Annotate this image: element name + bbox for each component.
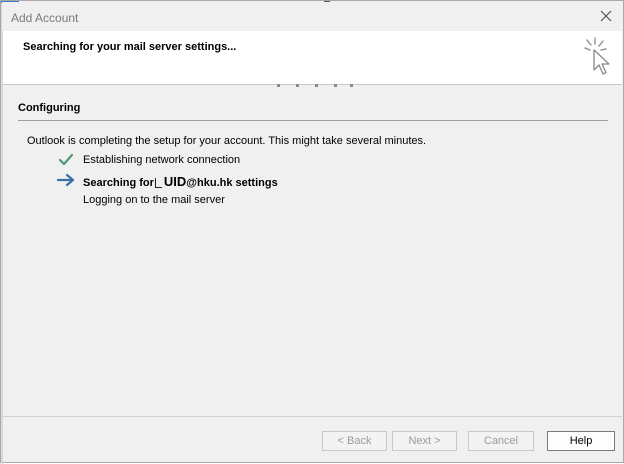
cancel-button[interactable]: Cancel [468,431,534,451]
busy-cursor-icon [584,37,610,75]
text-cursor-mark [154,178,162,188]
checkmark-icon [58,153,74,166]
title-bar: Add Account [2,2,622,30]
step-label: Logging on to the mail server [83,194,225,206]
close-icon[interactable] [598,8,614,24]
step-label: Establishing network connection [83,154,241,166]
header-title: Searching for your mail server settings.… [23,41,237,53]
progress-indicator [273,83,363,89]
help-button[interactable]: Help [547,431,615,451]
uid-text: UID [163,174,187,189]
footer-divider [3,416,622,417]
step-label-suffix: @hku.hk settings [186,177,278,189]
intro-text: Outlook is completing the setup for your… [27,135,427,147]
add-account-dialog: Add Account Searching for your mail serv… [0,0,624,464]
header-banner: Searching for your mail server settings.… [3,31,622,85]
arrow-right-icon [56,173,75,187]
step-label-prefix: Searching for [83,177,154,189]
back-button[interactable]: < Back [322,431,387,451]
next-button[interactable]: Next > [392,431,457,451]
window-title: Add Account [11,11,79,25]
step-label: Searching for UID@hku.hk settings [83,174,278,189]
section-divider [18,120,608,121]
section-title: Configuring [18,102,81,114]
